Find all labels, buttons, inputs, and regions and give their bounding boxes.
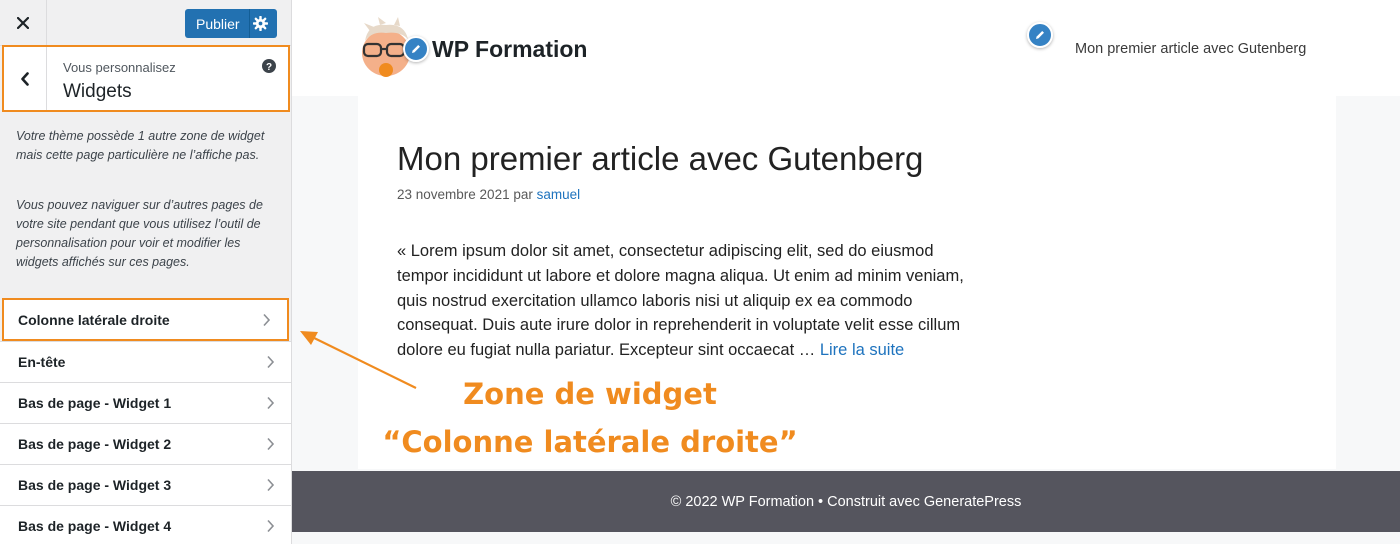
post-by: par <box>513 187 533 202</box>
section-title: Widgets <box>63 81 132 102</box>
edit-logo-shortcut[interactable] <box>403 36 429 62</box>
widget-area-label: Bas de page - Widget 2 <box>18 436 172 452</box>
site-header: WP Formation Mon premier article avec Gu… <box>292 0 1400 96</box>
widget-area-footer-3[interactable]: Bas de page - Widget 3 <box>0 464 291 505</box>
chevron-right-icon <box>267 437 275 451</box>
publish-label: Publier <box>196 15 240 32</box>
widget-area-label: En-tête <box>18 354 66 370</box>
widget-area-label: Bas de page - Widget 3 <box>18 477 172 493</box>
annotation-line-2: “Colonne latérale droite” <box>382 425 798 459</box>
site-title[interactable]: WP Formation <box>432 36 587 63</box>
chevron-right-icon <box>267 519 275 533</box>
widget-area-label: Bas de page - Widget 4 <box>18 518 172 534</box>
widget-area-label: Colonne latérale droite <box>18 311 170 328</box>
section-header: Vous personnalisez Widgets ? <box>2 45 290 112</box>
chevron-right-icon <box>267 478 275 492</box>
svg-text:?: ? <box>266 62 272 73</box>
chevron-right-icon <box>267 355 275 369</box>
nav-menu-item[interactable]: Mon premier article avec Gutenberg <box>1075 41 1306 57</box>
section-subtitle: Vous personnalisez <box>63 60 176 75</box>
annotation-label: Zone de widget “Colonne latérale droite” <box>380 370 800 466</box>
widget-area-label: Bas de page - Widget 1 <box>18 395 172 411</box>
widget-area-list: Colonne latérale droite En-tête Bas de p… <box>0 298 291 544</box>
close-customizer-button[interactable] <box>0 0 47 45</box>
chevron-left-icon <box>21 71 29 86</box>
post-meta: 23 novembre 2021 par samuel <box>397 187 580 202</box>
widget-area-footer-2[interactable]: Bas de page - Widget 2 <box>0 423 291 464</box>
post-date: 23 novembre 2021 <box>397 187 510 202</box>
chevron-right-icon <box>263 313 271 327</box>
help-icon[interactable]: ? <box>262 59 276 73</box>
post-author-link[interactable]: samuel <box>537 187 581 202</box>
chevron-right-icon <box>267 396 275 410</box>
widget-area-footer-4[interactable]: Bas de page - Widget 4 <box>0 505 291 544</box>
customizer-topbar: Publier <box>0 0 291 46</box>
publish-divider <box>249 9 250 38</box>
pencil-icon <box>1036 31 1044 39</box>
post-title[interactable]: Mon premier article avec Gutenberg <box>397 140 923 178</box>
publish-button[interactable]: Publier <box>185 9 277 38</box>
pencil-icon <box>412 45 420 53</box>
widget-area-colonne-laterale-droite[interactable]: Colonne latérale droite <box>2 298 289 341</box>
close-icon <box>17 16 29 29</box>
widget-area-footer-1[interactable]: Bas de page - Widget 1 <box>0 382 291 423</box>
post-excerpt: « Lorem ipsum dolor sit amet, consectetu… <box>397 239 987 363</box>
site-footer: © 2022 WP Formation • Construit avec Gen… <box>292 471 1400 532</box>
customizer-sidebar: Publier Vous personnalisez Widgets ? Vot… <box>0 0 292 544</box>
widgets-description-1: Votre thème possède 1 autre zone de widg… <box>16 129 265 162</box>
widget-area-en-tete[interactable]: En-tête <box>0 341 291 382</box>
back-button[interactable] <box>4 47 47 110</box>
read-more-link[interactable]: Lire la suite <box>820 341 904 359</box>
footer-copyright: © 2022 WP Formation • Construit avec Gen… <box>670 493 1022 510</box>
widgets-description-2: Vous pouvez naviguer sur d’autres pages … <box>16 198 263 269</box>
annotation-line-1: Zone de widget <box>463 377 717 411</box>
edit-menu-shortcut[interactable] <box>1027 22 1053 48</box>
gear-icon[interactable] <box>253 16 268 31</box>
